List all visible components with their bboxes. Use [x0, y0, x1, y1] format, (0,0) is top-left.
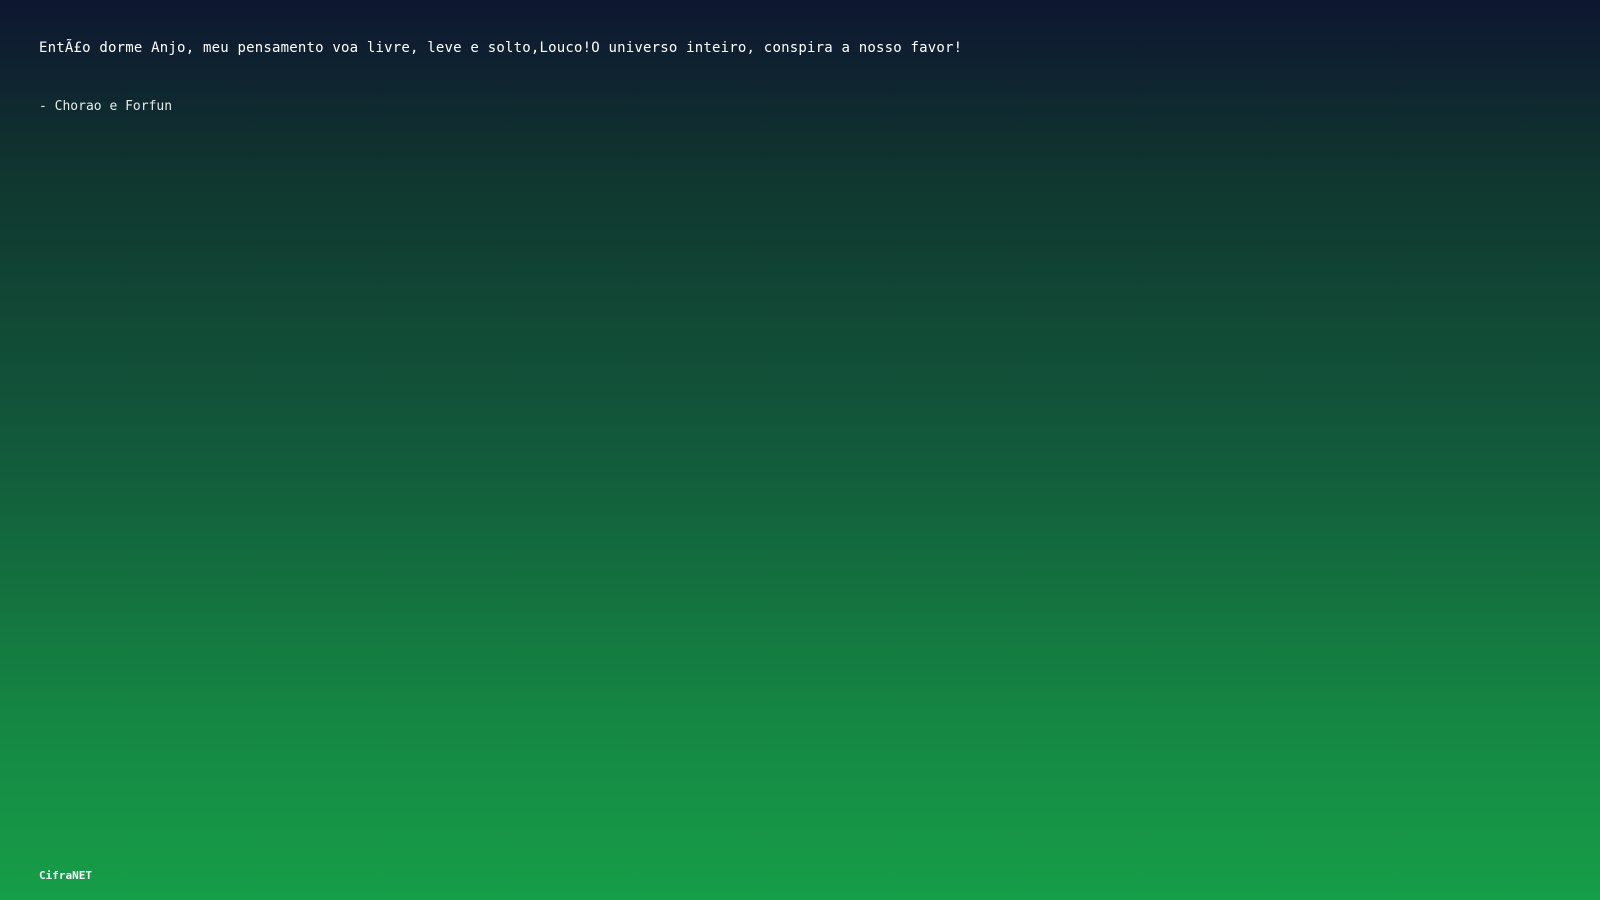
- quote-author: - Chorao e Forfun: [39, 99, 173, 114]
- screen: { "quote": { "text": "EntÃ£o dorme Anjo,…: [0, 0, 1600, 900]
- quote-text: EntÃ£o dorme Anjo, meu pensamento voa li…: [39, 40, 963, 56]
- brand-label: CifraNET: [39, 869, 92, 882]
